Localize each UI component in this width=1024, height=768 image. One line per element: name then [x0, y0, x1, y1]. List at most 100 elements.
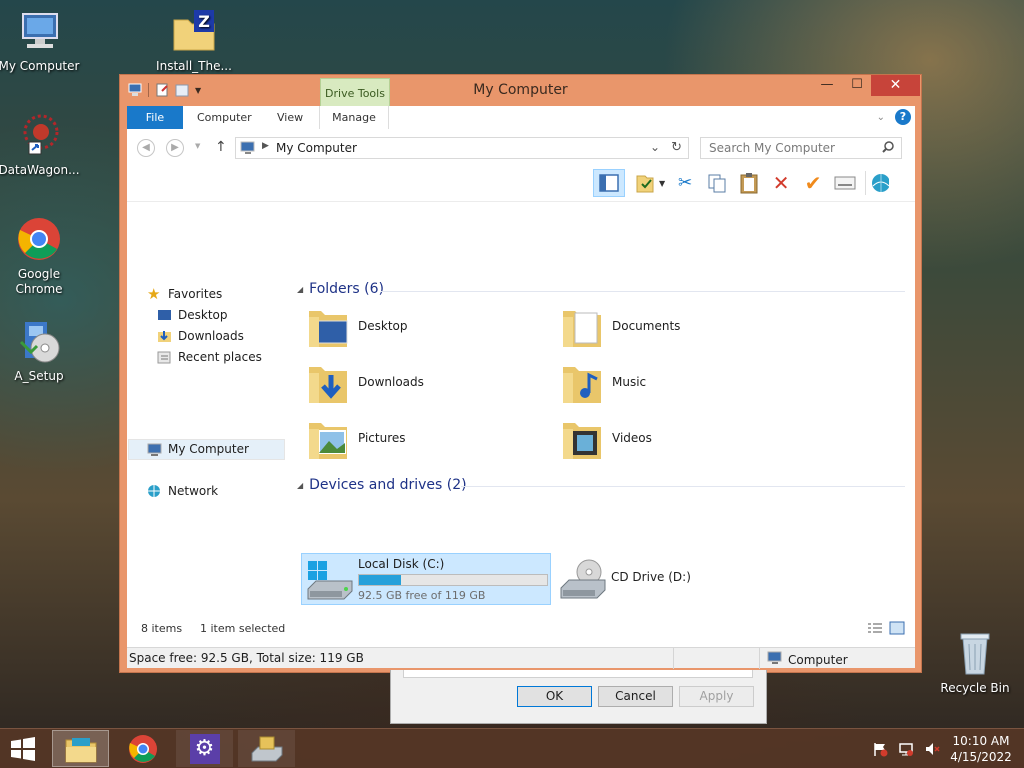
nav-recent-places[interactable]: Recent places: [157, 347, 262, 368]
explorer-content: ◀ ▶ ▼ ↑ ▶ My Computer ⌄ ↻ Search My Comp…: [127, 129, 915, 668]
folder-pictures[interactable]: Pictures: [301, 415, 551, 467]
copy-button[interactable]: [705, 171, 729, 195]
details-view-icon[interactable]: [867, 621, 883, 638]
nav-label: Downloads: [178, 329, 244, 343]
properties-button[interactable]: [833, 171, 857, 195]
cut-button[interactable]: ✂: [673, 171, 697, 195]
globe-icon: [872, 174, 890, 192]
desktop-icon-install[interactable]: Z Install_The...: [152, 8, 236, 74]
desktop-icon-label: My Computer: [0, 59, 80, 73]
address-text: My Computer: [276, 141, 357, 155]
hard-disk-icon: [306, 559, 354, 604]
nav-desktop[interactable]: Desktop: [157, 305, 228, 326]
folder-downloads[interactable]: Downloads: [301, 359, 551, 411]
breadcrumb-chevron-icon[interactable]: ▶: [262, 141, 269, 151]
address-bar[interactable]: ▶ My Computer ⌄ ↻: [235, 137, 689, 159]
help-icon[interactable]: ?: [895, 109, 911, 125]
drive-name: CD Drive (D:): [611, 570, 691, 584]
address-dropdown-icon[interactable]: ⌄: [650, 140, 660, 154]
gear-icon: ⚙: [189, 733, 220, 764]
view-switcher: [867, 621, 905, 638]
action-center-flag-icon[interactable]: [872, 741, 888, 760]
taskbar-chrome[interactable]: [114, 730, 171, 767]
nav-favorites[interactable]: ★ Favorites: [147, 284, 222, 305]
select-button[interactable]: [633, 171, 657, 195]
folder-music[interactable]: Music: [555, 359, 805, 411]
taskbar-drive-app[interactable]: [238, 730, 295, 767]
network-globe-button[interactable]: [865, 171, 890, 195]
navigation-pane: ★ Favorites Desktop Downloads Recent pla…: [127, 205, 287, 625]
tab-file[interactable]: File: [127, 106, 183, 129]
apply-button[interactable]: Apply: [679, 686, 754, 707]
folders-group-header[interactable]: ◢ Folders (6): [297, 281, 384, 297]
archive-folder-icon: Z: [170, 8, 218, 56]
nav-downloads[interactable]: Downloads: [157, 326, 244, 347]
expand-ribbon-icon[interactable]: ⌄: [877, 112, 885, 123]
large-icons-view-icon[interactable]: [889, 621, 905, 638]
space-info: Space free: 92.5 GB, Total size: 119 GB: [129, 651, 364, 665]
delete-button[interactable]: ✕: [769, 171, 793, 195]
maximize-button[interactable]: ☐: [843, 75, 871, 96]
folder-name: Music: [612, 375, 647, 389]
dialog-panel: [403, 670, 753, 678]
computer-small-icon: [767, 651, 783, 668]
nav-network[interactable]: Network: [147, 481, 218, 502]
desktop-icon-my-computer[interactable]: My Computer: [0, 8, 81, 74]
tab-manage[interactable]: Manage: [319, 106, 389, 129]
clipboard-icon: [740, 173, 758, 194]
taskbar-file-explorer[interactable]: [52, 730, 109, 767]
network-status-icon[interactable]: [898, 741, 914, 760]
title-bar[interactable]: ▼ Drive Tools My Computer — ☐ ✕: [120, 75, 921, 106]
address-row: ◀ ▶ ▼ ↑ ▶ My Computer ⌄ ↻ Search My Comp…: [127, 135, 915, 161]
paste-button[interactable]: [737, 171, 761, 195]
volume-muted-icon[interactable]: [924, 741, 940, 760]
ok-button[interactable]: OK: [517, 686, 592, 707]
desktop-icon-chrome[interactable]: Google Chrome: [0, 216, 81, 297]
drive-c-tile[interactable]: Local Disk (C:) 92.5 GB free of 119 GB: [301, 553, 551, 605]
rename-button[interactable]: ✔: [801, 171, 825, 195]
desktop-icon-datawagon[interactable]: DataWagon...: [0, 112, 81, 178]
cancel-button[interactable]: Cancel: [598, 686, 673, 707]
close-button[interactable]: ✕: [871, 75, 920, 96]
tab-computer[interactable]: Computer: [183, 106, 266, 129]
collapse-arrow-icon: ◢: [297, 480, 304, 490]
computer-icon: [15, 8, 63, 56]
taskbar-settings[interactable]: ⚙: [176, 730, 233, 767]
taskbar-clock[interactable]: 10:10 AM 4/15/2022: [948, 733, 1014, 765]
minimize-button[interactable]: —: [813, 75, 841, 96]
up-arrow-icon[interactable]: ↑: [215, 139, 227, 155]
nav-label: Favorites: [168, 287, 223, 301]
computer-small-icon: [147, 442, 162, 457]
folder-name: Pictures: [358, 431, 406, 445]
preview-pane-button[interactable]: [593, 169, 625, 197]
nav-label: Recent places: [178, 350, 262, 364]
search-input[interactable]: Search My Computer: [700, 137, 902, 159]
desktop-icon-recycle-bin[interactable]: Recycle Bin: [933, 630, 1017, 696]
checklist-icon: [636, 175, 654, 193]
refresh-icon[interactable]: ↻: [671, 140, 682, 155]
folder-desktop[interactable]: Desktop: [301, 303, 551, 355]
main-pane: ◢ Folders (6) Desktop Documents Download…: [293, 205, 909, 625]
desktop-icon-setup[interactable]: A_Setup: [0, 318, 81, 384]
drive-d-tile[interactable]: CD Drive (D:): [555, 553, 805, 605]
devices-group-header[interactable]: ◢ Devices and drives (2): [297, 477, 467, 493]
folder-documents[interactable]: Documents: [555, 303, 805, 355]
toolbar-divider: [127, 201, 915, 202]
status-location: Computer: [767, 651, 848, 668]
tab-view[interactable]: View: [263, 106, 317, 129]
select-dropdown-icon[interactable]: ▼: [659, 179, 665, 188]
back-button[interactable]: ◀: [137, 139, 155, 157]
folder-videos[interactable]: Videos: [555, 415, 805, 467]
nav-label: Desktop: [178, 308, 228, 322]
search-icon: [882, 141, 894, 156]
nav-my-computer[interactable]: My Computer: [128, 439, 285, 460]
start-button[interactable]: [8, 735, 40, 763]
recent-locations-dropdown-icon[interactable]: ▼: [195, 142, 200, 150]
desktop-small-icon: [157, 308, 172, 323]
setup-icon: [15, 318, 63, 366]
properties-card-icon: [834, 176, 856, 190]
group-divider: [461, 486, 905, 487]
forward-button[interactable]: ▶: [166, 139, 184, 157]
checkmark-icon: ✔: [804, 171, 822, 195]
cd-drive-icon: [559, 558, 607, 603]
